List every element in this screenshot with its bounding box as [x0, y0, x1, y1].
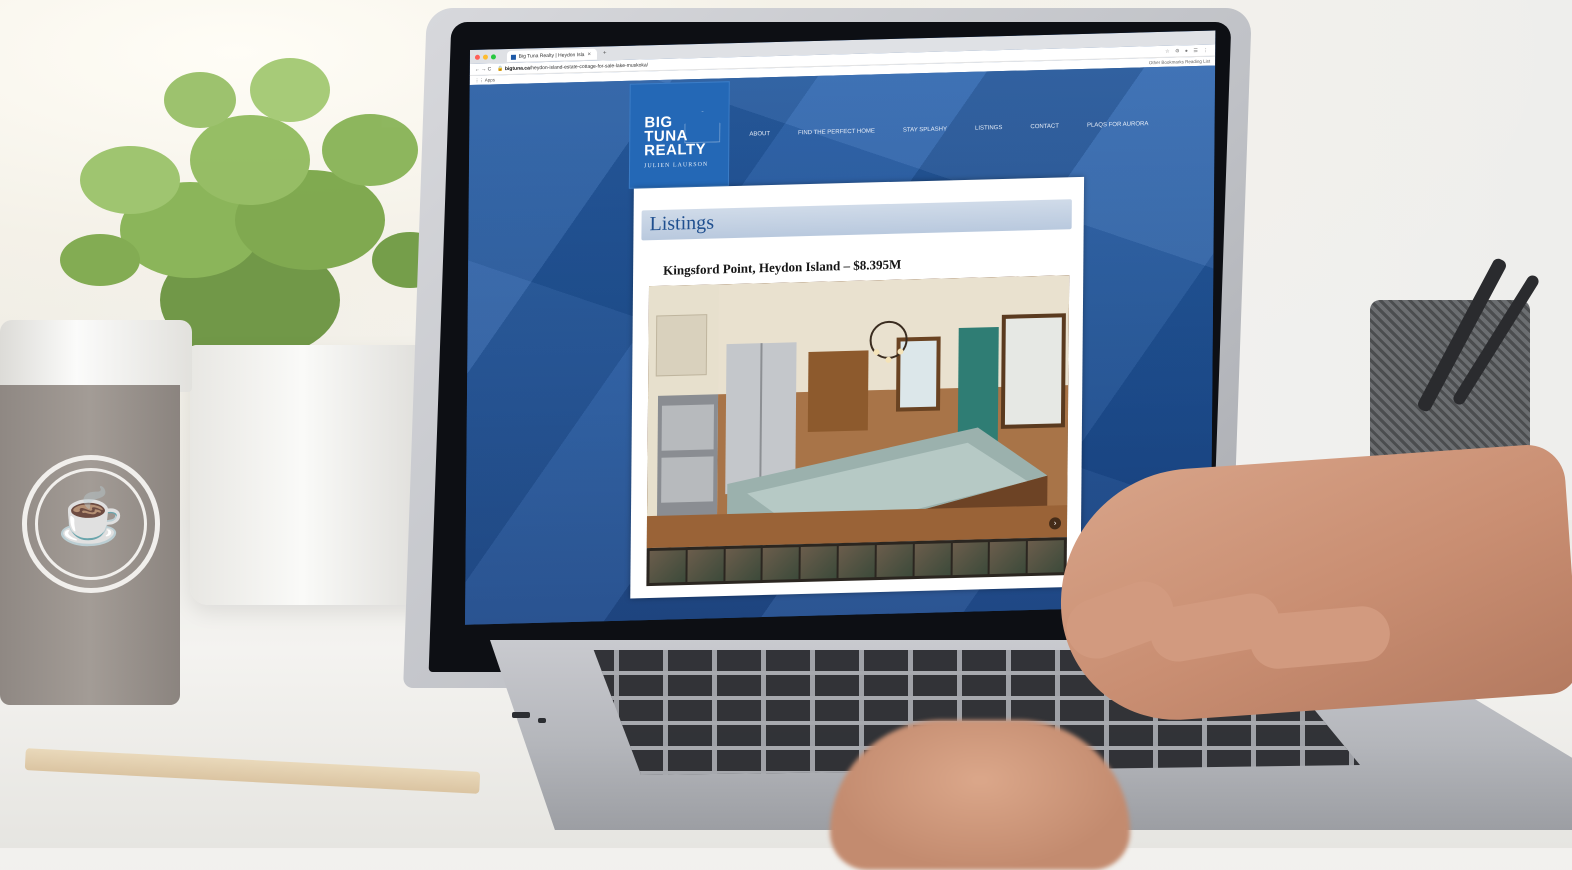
- close-window-dot[interactable]: [474, 54, 480, 60]
- gallery-thumbnail[interactable]: [649, 550, 686, 583]
- listing-panel: Listings Kingsford Point, Heydon Island …: [630, 176, 1085, 599]
- other-bookmarks[interactable]: Other Bookmarks Reading List: [1149, 59, 1210, 66]
- nav-listings[interactable]: LISTINGS: [975, 125, 1002, 132]
- coffee-icon: ☕: [57, 487, 125, 547]
- navigation-buttons[interactable]: ← → C: [475, 66, 491, 72]
- gallery-thumbnail[interactable]: [762, 547, 800, 581]
- listings-header-bar: Listings: [641, 199, 1072, 241]
- nav-plaqs-aurora[interactable]: PLAQS FOR AURORA: [1087, 121, 1148, 129]
- favicon-icon: [510, 54, 516, 60]
- nav-stay-splashy[interactable]: STAY SPLASHY: [903, 126, 947, 133]
- coffee-cup-logo: ☕: [22, 455, 160, 593]
- gallery-thumbnail[interactable]: [725, 548, 762, 582]
- usb-port: [512, 712, 530, 718]
- kitchen-image: [646, 275, 1070, 549]
- nav-contact[interactable]: CONTACT: [1030, 124, 1059, 131]
- gallery-thumbnail[interactable]: [914, 543, 951, 577]
- gallery-thumbnail[interactable]: [800, 546, 837, 580]
- port: [538, 718, 546, 723]
- browser-tab[interactable]: Big Tuna Realty | Heydon Isla ×: [506, 48, 598, 62]
- tab-close-icon[interactable]: ×: [587, 52, 591, 58]
- gallery-thumbnail[interactable]: [1027, 540, 1064, 574]
- maximize-window-dot[interactable]: [490, 53, 496, 59]
- plant-pot: [190, 345, 440, 605]
- minimize-window-dot[interactable]: [482, 54, 488, 60]
- lock-icon: 🔒: [497, 65, 505, 72]
- nav-about[interactable]: ABOUT: [749, 131, 770, 138]
- coffee-cup-lid: [0, 320, 192, 392]
- gallery-thumbnail[interactable]: [989, 541, 1027, 575]
- listings-title: Listings: [649, 211, 715, 236]
- listing-photo-kitchen[interactable]: ›: [646, 275, 1070, 549]
- url-domain: bigtuna.ca: [504, 64, 530, 72]
- logo-agent-name: JULIEN LAURSON: [644, 161, 709, 170]
- gallery-thumbnail[interactable]: [687, 549, 724, 583]
- logo-line-realty: REALTY: [644, 140, 707, 160]
- extension-icons[interactable]: ☆ ⚙ ● ☰ ⋮: [1165, 47, 1210, 54]
- nav-find-home[interactable]: FIND THE PERFECT HOME: [798, 128, 875, 136]
- url-path: /heydon-island-estate-cottage-for-sale-l…: [529, 61, 649, 71]
- gallery-thumbnail[interactable]: [952, 542, 989, 576]
- tab-title: Big Tuna Realty | Heydon Isla: [518, 52, 585, 60]
- gallery-thumbnail[interactable]: [838, 545, 875, 579]
- site-logo[interactable]: BIG TUNA REALTY JULIEN LAURSON: [628, 81, 730, 189]
- apps-bookmark[interactable]: ⋮⋮ Apps: [475, 77, 495, 84]
- new-tab-button[interactable]: +: [603, 50, 607, 56]
- gallery-thumbnail[interactable]: [876, 544, 913, 578]
- main-nav: ABOUT FIND THE PERFECT HOME STAY SPLASHY…: [749, 121, 1148, 137]
- listing-heading[interactable]: Kingsford Point, Heydon Island – $8.395M: [663, 257, 901, 279]
